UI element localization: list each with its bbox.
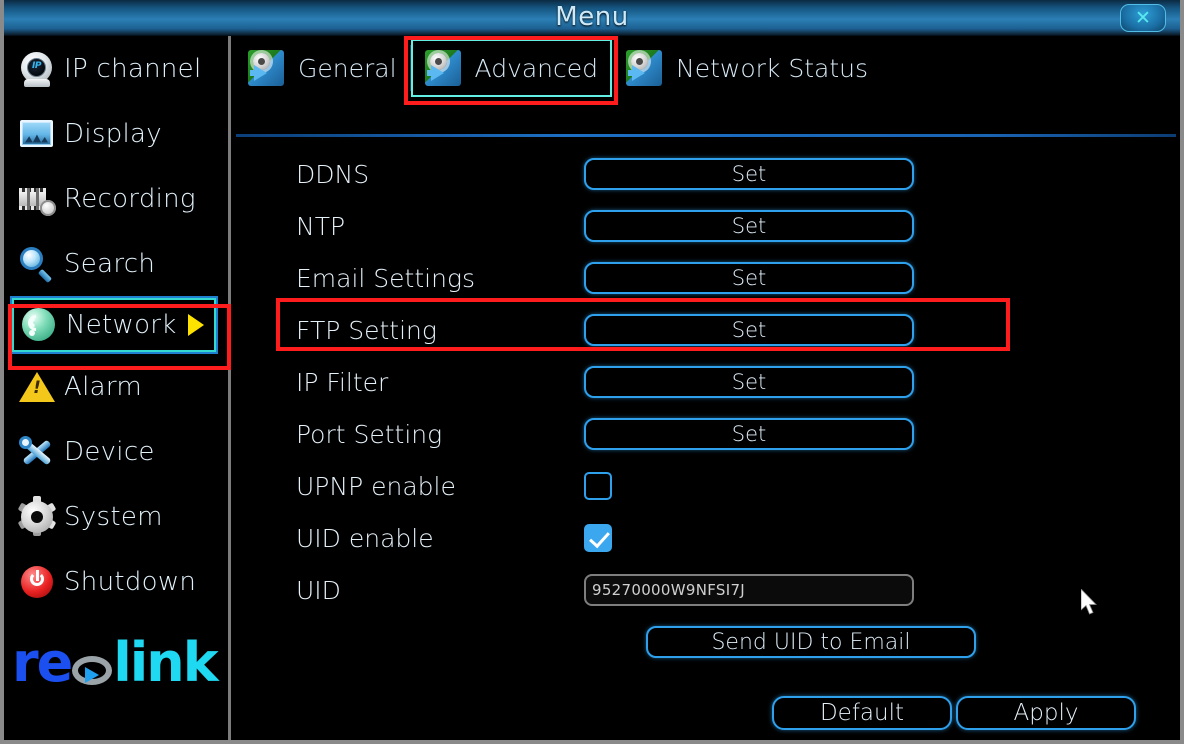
- settings-list: DDNS Set NTP Set Email Settings Set FTP …: [234, 148, 1180, 668]
- wifi-signal-icon: [20, 306, 58, 344]
- sidebar: IP channel Display Recording Search Netw: [4, 36, 231, 740]
- row-label: UID: [296, 575, 341, 605]
- logo-part2: link: [113, 631, 218, 694]
- sidebar-item-label: Search: [64, 248, 156, 279]
- row-label: Email Settings: [296, 263, 475, 293]
- row-send-uid: Send UID to Email: [234, 616, 1180, 668]
- chevron-right-icon: [188, 314, 204, 336]
- gear-arrow-icon: [424, 50, 461, 86]
- row-label: DDNS: [296, 159, 370, 189]
- warning-triangle-icon: !: [18, 368, 56, 406]
- window-title-bar: Menu ✕: [4, 0, 1180, 36]
- sidebar-item-ip-channel[interactable]: IP channel: [4, 36, 228, 101]
- reolink-logo: re link: [4, 636, 228, 696]
- sidebar-item-shutdown[interactable]: Shutdown: [4, 549, 228, 614]
- row-ddns: DDNS Set: [234, 148, 1180, 200]
- tab-advanced[interactable]: Advanced: [410, 39, 613, 97]
- sidebar-item-label: Display: [64, 118, 162, 149]
- row-label: FTP Setting: [296, 315, 437, 345]
- row-uid: UID 95270000W9NFSI7J: [234, 564, 1180, 616]
- play-oval-icon: [72, 656, 113, 685]
- magnifier-icon: [18, 245, 56, 283]
- sidebar-item-recording[interactable]: Recording: [4, 166, 228, 231]
- row-label: Port Setting: [296, 419, 443, 449]
- sidebar-item-alarm[interactable]: ! Alarm: [4, 354, 228, 419]
- uid-enable-checkbox[interactable]: [584, 524, 612, 552]
- sidebar-item-display[interactable]: Display: [4, 101, 228, 166]
- footer-actions: Default Apply: [234, 696, 1180, 730]
- tab-general[interactable]: General: [234, 39, 411, 97]
- row-label: UID enable: [296, 523, 434, 553]
- sidebar-item-label: Shutdown: [64, 566, 197, 597]
- sidebar-item-system[interactable]: System: [4, 484, 228, 549]
- sidebar-item-network[interactable]: Network: [10, 296, 218, 354]
- row-ftp-setting: FTP Setting Set: [234, 304, 1180, 356]
- sidebar-item-label: System: [64, 501, 163, 532]
- film-gear-icon: [18, 180, 56, 218]
- send-uid-to-email-button[interactable]: Send UID to Email: [646, 626, 976, 658]
- tab-underline-divider: [236, 134, 1176, 137]
- gear-arrow-icon: [248, 50, 284, 86]
- picture-icon: [18, 115, 56, 153]
- sidebar-item-label: IP channel: [64, 53, 202, 84]
- ip-filter-set-button[interactable]: Set: [584, 366, 914, 398]
- tab-label: General: [298, 53, 397, 83]
- sidebar-item-label: Network: [66, 310, 177, 340]
- gear-icon: [17, 495, 57, 536]
- row-ntp: NTP Set: [234, 200, 1180, 252]
- logo-part1: re: [12, 631, 73, 694]
- close-icon: ✕: [1135, 6, 1151, 29]
- row-label: IP Filter: [296, 367, 389, 397]
- email-settings-set-button[interactable]: Set: [584, 262, 914, 294]
- sidebar-item-search[interactable]: Search: [4, 231, 228, 296]
- default-button[interactable]: Default: [772, 696, 952, 730]
- sidebar-item-label: Alarm: [64, 371, 143, 402]
- row-label: UPNP enable: [296, 471, 456, 501]
- ntp-set-button[interactable]: Set: [584, 210, 914, 242]
- upnp-enable-checkbox[interactable]: [584, 472, 612, 500]
- tab-label: Network Status: [676, 53, 869, 83]
- wrench-screwdriver-icon: [18, 433, 56, 471]
- row-ip-filter: IP Filter Set: [234, 356, 1180, 408]
- uid-input[interactable]: 95270000W9NFSI7J: [584, 574, 914, 606]
- row-uid-enable: UID enable: [234, 512, 1180, 564]
- ddns-set-button[interactable]: Set: [584, 158, 914, 190]
- main-content: General Advanced Network Status DDNS Set: [234, 36, 1180, 740]
- gear-arrow-icon: [626, 50, 663, 86]
- page-title: Menu: [555, 2, 629, 32]
- sidebar-item-label: Device: [64, 436, 155, 467]
- row-port-setting: Port Setting Set: [234, 408, 1180, 460]
- ip-camera-icon: [18, 50, 56, 88]
- apply-button[interactable]: Apply: [956, 696, 1136, 730]
- tab-label: Advanced: [474, 53, 599, 83]
- close-button[interactable]: ✕: [1120, 4, 1166, 32]
- power-icon: [18, 563, 56, 601]
- row-upnp-enable: UPNP enable: [234, 460, 1180, 512]
- tab-bar: General Advanced Network Status: [234, 36, 1180, 100]
- sidebar-item-label: Recording: [64, 183, 196, 214]
- row-email-settings: Email Settings Set: [234, 252, 1180, 304]
- sidebar-item-device[interactable]: Device: [4, 419, 228, 484]
- dvr-menu-window: Menu ✕ IP channel Display Recording: [0, 0, 1184, 744]
- row-label: NTP: [296, 211, 346, 241]
- ftp-setting-set-button[interactable]: Set: [584, 314, 914, 346]
- port-setting-set-button[interactable]: Set: [584, 418, 914, 450]
- mouse-cursor: [1081, 589, 1097, 615]
- tab-network-status[interactable]: Network Status: [612, 39, 882, 97]
